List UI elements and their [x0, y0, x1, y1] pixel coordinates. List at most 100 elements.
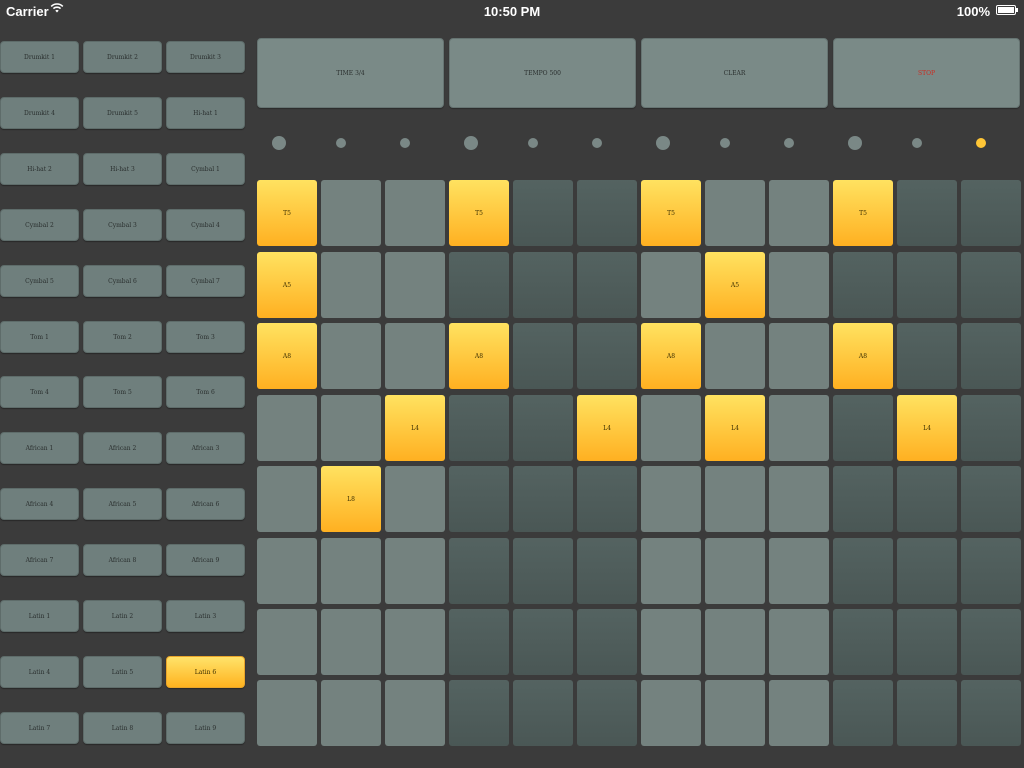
pad[interactable] — [641, 395, 701, 461]
pad[interactable] — [577, 252, 637, 318]
pad[interactable] — [961, 466, 1021, 532]
pad[interactable] — [513, 395, 573, 461]
pad[interactable] — [385, 323, 445, 389]
pad-active[interactable]: A8 — [833, 323, 893, 389]
sound-button[interactable]: African 1 — [0, 432, 79, 464]
pad[interactable] — [897, 180, 957, 246]
pad-active[interactable]: A8 — [257, 323, 317, 389]
pad[interactable] — [769, 466, 829, 532]
pad[interactable] — [257, 395, 317, 461]
sound-button[interactable]: Cymbal 1 — [166, 153, 245, 185]
pad[interactable] — [705, 466, 765, 532]
pad[interactable] — [769, 180, 829, 246]
pad[interactable] — [769, 395, 829, 461]
pad[interactable] — [577, 538, 637, 604]
pad[interactable] — [513, 323, 573, 389]
clear-button[interactable]: CLEAR — [641, 38, 828, 108]
sound-button[interactable]: Cymbal 2 — [0, 209, 79, 241]
pad[interactable] — [449, 538, 509, 604]
pad[interactable] — [321, 609, 381, 675]
pad-active[interactable]: A5 — [705, 252, 765, 318]
sound-button[interactable]: Drumkit 3 — [166, 41, 245, 73]
pad[interactable] — [833, 609, 893, 675]
pad[interactable] — [321, 395, 381, 461]
pad[interactable] — [641, 609, 701, 675]
pad[interactable] — [449, 609, 509, 675]
pad[interactable] — [769, 680, 829, 746]
pad[interactable] — [833, 252, 893, 318]
pad[interactable] — [513, 466, 573, 532]
sound-button[interactable]: African 4 — [0, 488, 79, 520]
pad[interactable] — [577, 466, 637, 532]
pad[interactable] — [769, 538, 829, 604]
pad[interactable] — [513, 180, 573, 246]
time-signature-button[interactable]: TIME 3/4 — [257, 38, 444, 108]
sound-button[interactable]: Drumkit 5 — [83, 97, 162, 129]
pad-active[interactable]: L4 — [577, 395, 637, 461]
sound-button[interactable]: Hi-hat 2 — [0, 153, 79, 185]
pad[interactable] — [961, 252, 1021, 318]
sound-button[interactable]: Cymbal 3 — [83, 209, 162, 241]
pad[interactable] — [385, 538, 445, 604]
sound-button[interactable]: Latin 1 — [0, 600, 79, 632]
sound-button[interactable]: Latin 9 — [166, 712, 245, 744]
pad[interactable] — [705, 609, 765, 675]
pad[interactable] — [641, 252, 701, 318]
pad[interactable] — [321, 252, 381, 318]
sound-button[interactable]: Latin 2 — [83, 600, 162, 632]
pad[interactable] — [705, 680, 765, 746]
pad[interactable] — [321, 180, 381, 246]
pad[interactable] — [897, 609, 957, 675]
pad[interactable] — [449, 252, 509, 318]
sound-button[interactable]: Drumkit 4 — [0, 97, 79, 129]
pad-active[interactable]: L4 — [705, 395, 765, 461]
pad[interactable] — [897, 252, 957, 318]
pad[interactable] — [513, 680, 573, 746]
pad[interactable] — [321, 323, 381, 389]
pad[interactable] — [705, 538, 765, 604]
pad[interactable] — [961, 609, 1021, 675]
pad[interactable] — [257, 538, 317, 604]
pad[interactable] — [385, 252, 445, 318]
pad[interactable] — [449, 466, 509, 532]
pad[interactable] — [257, 609, 317, 675]
pad-active[interactable]: L4 — [897, 395, 957, 461]
pad[interactable] — [641, 466, 701, 532]
pad[interactable] — [385, 680, 445, 746]
pad[interactable] — [769, 609, 829, 675]
pad[interactable] — [897, 538, 957, 604]
pad-active[interactable]: T5 — [641, 180, 701, 246]
pad[interactable] — [321, 538, 381, 604]
sound-button[interactable]: African 6 — [166, 488, 245, 520]
pad[interactable] — [641, 680, 701, 746]
pad-active[interactable]: A8 — [641, 323, 701, 389]
sound-button[interactable]: African 7 — [0, 544, 79, 576]
stop-button[interactable]: STOP — [833, 38, 1020, 108]
sound-button[interactable]: African 8 — [83, 544, 162, 576]
pad[interactable] — [641, 538, 701, 604]
sound-button[interactable]: Cymbal 7 — [166, 265, 245, 297]
pad[interactable] — [833, 538, 893, 604]
sound-button[interactable]: Latin 6 — [166, 656, 245, 688]
pad[interactable] — [897, 680, 957, 746]
pad-active[interactable]: T5 — [257, 180, 317, 246]
sound-button[interactable]: Tom 2 — [83, 321, 162, 353]
pad[interactable] — [897, 466, 957, 532]
pad[interactable] — [449, 395, 509, 461]
sound-button[interactable]: Tom 4 — [0, 376, 79, 408]
pad[interactable] — [513, 538, 573, 604]
sound-button[interactable]: Cymbal 6 — [83, 265, 162, 297]
pad[interactable] — [577, 323, 637, 389]
sound-button[interactable]: African 5 — [83, 488, 162, 520]
pad[interactable] — [897, 323, 957, 389]
pad[interactable] — [513, 252, 573, 318]
sound-button[interactable]: African 9 — [166, 544, 245, 576]
pad[interactable] — [961, 680, 1021, 746]
sound-button[interactable]: Latin 3 — [166, 600, 245, 632]
pad[interactable] — [321, 680, 381, 746]
sound-button[interactable]: Latin 5 — [83, 656, 162, 688]
pad-active[interactable]: A5 — [257, 252, 317, 318]
pad[interactable] — [513, 609, 573, 675]
sound-button[interactable]: African 2 — [83, 432, 162, 464]
pad[interactable] — [769, 252, 829, 318]
